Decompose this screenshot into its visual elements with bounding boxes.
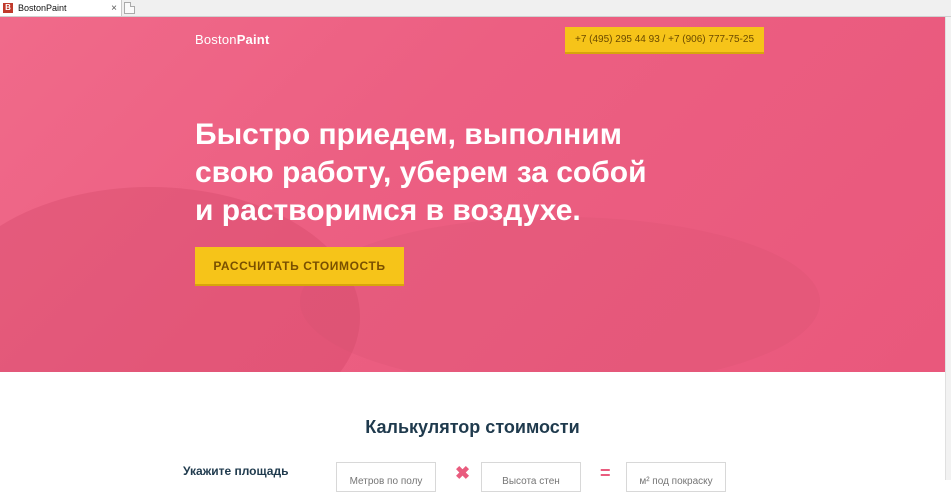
floor-area-input[interactable] bbox=[336, 462, 436, 492]
browser-tab-strip: B BostonPaint × bbox=[0, 0, 951, 17]
multiply-icon: ✖ bbox=[455, 463, 471, 483]
new-tab-icon[interactable] bbox=[124, 2, 135, 14]
page-scrollbar[interactable] bbox=[945, 17, 951, 480]
logo-bold-text: Paint bbox=[236, 32, 270, 47]
headline-line-1: Быстро приедем, выполним bbox=[195, 118, 622, 151]
calculator-title: Калькулятор стоимости bbox=[365, 417, 580, 437]
favicon-icon: B bbox=[3, 3, 13, 13]
wall-height-input[interactable] bbox=[481, 462, 581, 492]
headline-line-3: и растворимся в воздухе. bbox=[195, 194, 581, 227]
equals-icon: = bbox=[600, 463, 611, 483]
browser-tab[interactable]: B BostonPaint × bbox=[0, 0, 122, 16]
logo-light-text: Boston bbox=[195, 32, 237, 47]
hero-section: BostonPaint +7 (495) 295 44 93 / +7 (906… bbox=[0, 17, 945, 372]
phone-badge[interactable]: +7 (495) 295 44 93 / +7 (906) 777-75-25 bbox=[565, 27, 764, 52]
paint-area-input[interactable] bbox=[626, 462, 726, 492]
tab-title: BostonPaint bbox=[18, 3, 67, 13]
headline-line-2: свою работу, уберем за собой bbox=[195, 156, 647, 189]
calculate-cost-button[interactable]: РАССЧИТАТЬ СТОИМОСТЬ bbox=[195, 247, 404, 284]
area-label: Укажите площадь bbox=[183, 464, 289, 478]
close-icon[interactable]: × bbox=[111, 3, 117, 14]
paint-stroke-decoration bbox=[300, 217, 820, 372]
hero-headline: Быстро приедем, выполним свою работу, уб… bbox=[195, 116, 695, 230]
logo[interactable]: BostonPaint bbox=[195, 32, 269, 47]
